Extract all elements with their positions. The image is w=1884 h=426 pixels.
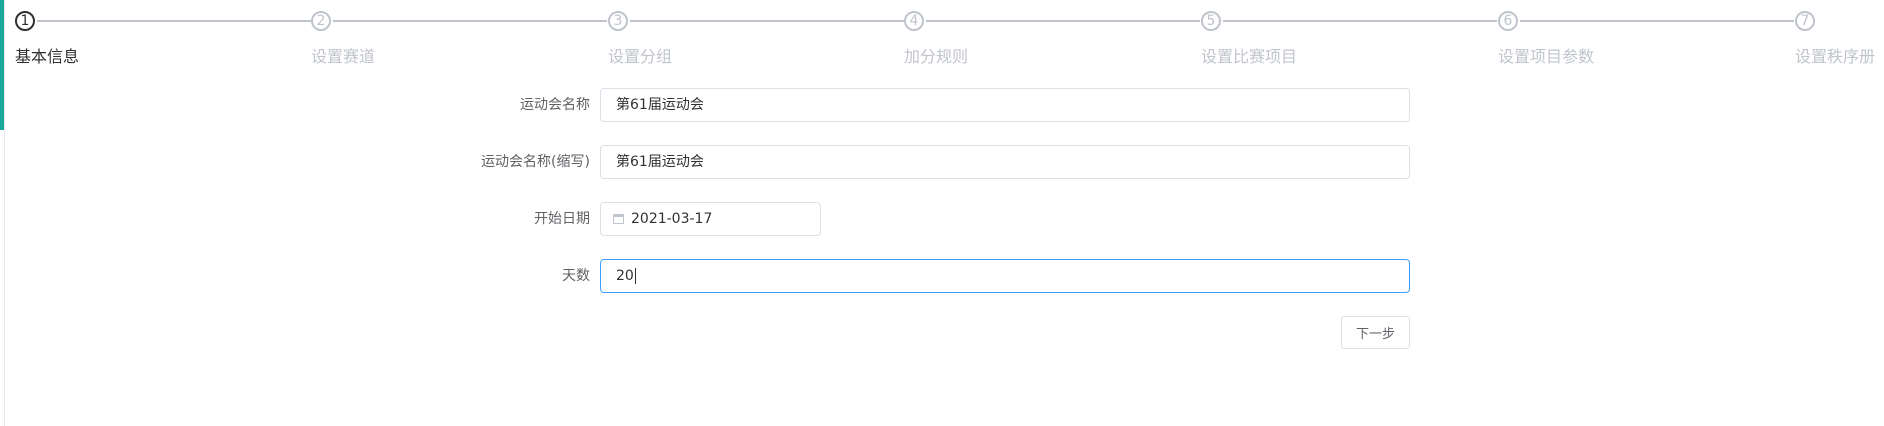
step-title: 设置赛道 [311,47,376,66]
step-connector-line [1223,20,1497,22]
step-set-groups: 3 设置分组 [593,10,904,66]
step-connector-line [333,20,607,22]
meet-name-input[interactable]: 第61届运动会 [600,88,1410,122]
step-number-icon: 2 [311,11,331,31]
days-label: 天数 [562,268,590,284]
step-title: 设置分组 [608,47,673,66]
meet-name-row: 运动会名称 第61届运动会 [0,88,1884,122]
start-date-label: 开始日期 [534,211,590,227]
step-number-icon: 6 [1498,11,1518,31]
step-title: 加分规则 [904,47,969,66]
step-connector-line [37,20,311,22]
days-value: 20 [616,268,634,284]
step-connector-line [630,20,904,22]
days-input[interactable]: 20 [600,259,1410,293]
meet-short-name-input[interactable]: 第61届运动会 [600,145,1410,179]
step-number-icon: 4 [904,11,924,31]
step-set-events: 5 设置比赛项目 [1186,10,1497,66]
step-title: 设置比赛项目 [1201,47,1298,66]
step-title: 设置项目参数 [1498,47,1595,66]
meet-short-name-label: 运动会名称(缩写) [481,154,590,170]
step-set-program: 7 设置秩序册 [1780,10,1884,66]
step-bonus-rules: 4 加分规则 [889,10,1200,66]
start-date-row: 开始日期 2021-03-17 [0,202,1884,236]
step-set-event-params: 6 设置项目参数 [1483,10,1794,66]
meet-short-name-row: 运动会名称(缩写) 第61届运动会 [0,145,1884,179]
start-date-value: 2021-03-17 [631,211,713,227]
step-title: 基本信息 [15,47,80,66]
steps-bar: 1 基本信息 2 设置赛道 3 设置分组 4 加分规则 5 设置比赛项目 6 设… [0,0,1884,70]
step-number-icon: 7 [1795,11,1815,31]
meet-name-label: 运动会名称 [520,97,590,113]
step-connector-line [926,20,1200,22]
start-date-picker[interactable]: 2021-03-17 [600,202,821,236]
step-number-icon: 3 [608,11,628,31]
next-step-button[interactable]: 下一步 [1341,316,1410,349]
days-row: 天数 20 [0,259,1884,293]
text-cursor [634,268,636,284]
step-number-icon: 1 [15,11,35,31]
step-basic-info: 1 基本信息 [0,10,311,66]
calendar-icon [613,214,624,224]
step-connector-line [1520,20,1794,22]
step-set-lanes: 2 设置赛道 [296,10,607,66]
step-number-icon: 5 [1201,11,1221,31]
step-title: 设置秩序册 [1795,47,1876,66]
